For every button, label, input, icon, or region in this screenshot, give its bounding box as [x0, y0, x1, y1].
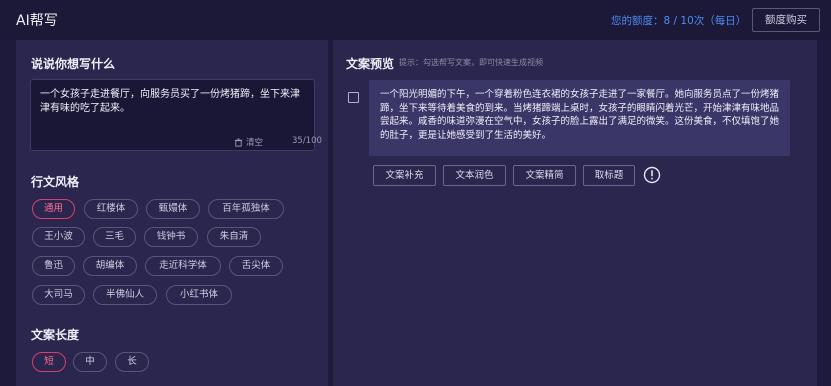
style-pill-dasima[interactable]: 大司马 [32, 285, 85, 305]
condense-button[interactable]: 文案精简 [513, 165, 576, 186]
polish-button[interactable]: 文本润色 [443, 165, 506, 186]
style-pill-sanmao[interactable]: 三毛 [93, 227, 136, 247]
quota-text: 您的额度：8 / 10次（每日） [611, 15, 747, 27]
clear-label: 清空 [246, 138, 264, 148]
style-pill-zhuziqing[interactable]: 朱自清 [207, 227, 261, 247]
style-pill-shejian[interactable]: 舌尖体 [229, 256, 283, 276]
style-pill-banfoxianren[interactable]: 半佛仙人 [93, 285, 157, 305]
style-pill-xiaohongshu[interactable]: 小红书体 [166, 285, 232, 305]
length-pill-short[interactable]: 短 [32, 352, 66, 372]
copy-card: 一个阳光明媚的下午，一个穿着粉色连衣裙的女孩子走进了一家餐厅。她向服务员点了一份… [369, 80, 790, 156]
info-circle-icon[interactable] [643, 166, 661, 184]
checkbox-icon[interactable] [348, 92, 359, 103]
preview-hint: 提示：勾选帮写文案，即可快速生成视频 [399, 58, 543, 67]
style-pill-bainiangudu[interactable]: 百年孤独体 [208, 199, 284, 219]
prompt-textarea[interactable]: 一个女孩子走进餐厅，向服务员买了一份烤猪蹄，坐下来津津有味的吃了起来。 清空 3… [30, 79, 322, 151]
length-pill-medium[interactable]: 中 [73, 352, 107, 372]
style-pill-tongyong[interactable]: 通用 [32, 199, 75, 219]
style-pill-zhenhuan[interactable]: 甄嬛体 [146, 199, 200, 219]
title-button[interactable]: 取标题 [583, 165, 635, 186]
top-bar: AI帮写 您的额度：8 / 10次（每日） 额度购买 [0, 0, 831, 40]
app-title: AI帮写 [16, 13, 58, 29]
clear-button[interactable]: 清空 [234, 136, 263, 148]
prompt-value: 一个女孩子走进餐厅，向服务员买了一份烤猪蹄，坐下来津津有味的吃了起来。 [40, 89, 300, 114]
style-title: 行文风格 [31, 175, 80, 189]
trash-icon [234, 137, 243, 147]
style-pill-wangxiaobo[interactable]: 王小波 [32, 227, 85, 247]
right-panel: 文案预览 提示：勾选帮写文案，即可快速生成视频 一个阳光明媚的下午，一个穿着粉色… [333, 40, 817, 386]
style-pill-hubian[interactable]: 胡编体 [83, 256, 137, 276]
supplement-button[interactable]: 文案补充 [373, 165, 436, 186]
length-pill-long[interactable]: 长 [115, 352, 149, 372]
buy-quota-button[interactable]: 额度购买 [752, 8, 820, 32]
prompt-title: 说说你想写什么 [31, 57, 116, 71]
style-pill-zoujinkexue[interactable]: 走近科学体 [145, 256, 221, 276]
style-pill-honglou[interactable]: 红楼体 [84, 199, 138, 219]
copy-text: 一个阳光明媚的下午，一个穿着粉色连衣裙的女孩子走进了一家餐厅。她向服务员点了一份… [380, 89, 780, 141]
style-pill-luxun[interactable]: 鲁迅 [32, 256, 75, 276]
left-panel: 说说你想写什么 一个女孩子走进餐厅，向服务员买了一份烤猪蹄，坐下来津津有味的吃了… [16, 40, 328, 386]
char-count: 35/100 [292, 136, 322, 146]
style-pill-qianzhongshu[interactable]: 钱钟书 [144, 227, 198, 247]
length-title: 文案长度 [31, 328, 80, 342]
preview-title: 文案预览 [346, 57, 395, 71]
